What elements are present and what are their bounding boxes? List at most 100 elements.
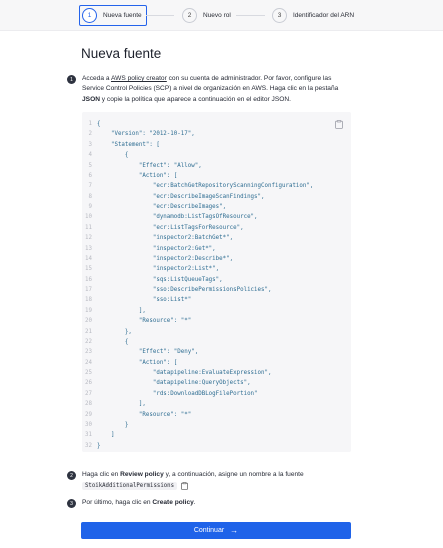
line-number: 18	[85, 297, 92, 304]
step-1-badge: 1	[67, 75, 76, 84]
line-number: 7	[88, 183, 93, 190]
step-2-badge: 2	[67, 471, 76, 480]
line-number: 32	[85, 442, 92, 449]
line-number: 17	[85, 287, 92, 293]
policy-name-chip: StoikAdditionalPermissions	[82, 481, 188, 491]
line-number: 2	[88, 131, 93, 138]
code-text: "dynamodb:ListTagsOfResource",	[97, 214, 258, 221]
step-1-instructions: Acceda a AWS policy creator con su cuent…	[82, 74, 352, 105]
code-line: 1{	[82, 119, 313, 129]
line-number: 25	[85, 370, 92, 376]
step-separator	[236, 15, 265, 16]
line-number: 23	[85, 349, 92, 356]
code-line: 3 "Statement": [	[82, 140, 313, 150]
code-line: 12 "inspector2:BatchGet*",	[82, 233, 313, 243]
code-line: 29 "Resource": "*"	[82, 410, 313, 420]
instruction-text: .	[193, 499, 196, 506]
copy-icon[interactable]	[181, 482, 188, 490]
code-text: }	[97, 442, 101, 449]
code-line: 21 },	[82, 327, 313, 337]
arrow-right-icon: →	[230, 526, 239, 535]
code-line: 20 "Resource": "*"	[82, 316, 313, 326]
code-line: 4 {	[82, 150, 313, 160]
code-text: "inspector2:BatchGet*",	[97, 235, 234, 242]
instruction-text: Haga clic en	[82, 471, 121, 478]
line-number: 22	[85, 338, 92, 345]
code-line: 32}	[82, 441, 313, 451]
code-text: ],	[97, 307, 146, 314]
code-line: 9 "ecr:DescribeImages",	[82, 202, 313, 212]
code-text: "Action": [	[97, 172, 178, 179]
code-line: 18 "sso:List*"	[82, 295, 313, 305]
line-number: 16	[85, 276, 92, 283]
create-policy-label: Create policy	[152, 499, 194, 506]
code-line: 17 "sso:DescribePermissionsPolicies",	[82, 285, 313, 295]
instruction-text: Por último, haga clic en	[82, 499, 153, 506]
code-text: "Resource": "*"	[97, 411, 192, 418]
code-text: "inspector2:List*",	[97, 266, 220, 273]
line-number: 13	[85, 245, 92, 252]
code-text: "Statement": [	[97, 141, 160, 148]
code-text: "sso:List*"	[97, 297, 192, 304]
code-line: 16 "sqs:ListQueueTags",	[82, 275, 313, 285]
code-line: 11 "ecr:ListTagsForResource",	[82, 223, 313, 233]
code-line: 25 "datapipeline:EvaluateExpression",	[82, 368, 313, 378]
step-number: 2	[182, 8, 197, 23]
copy-icon[interactable]	[335, 120, 343, 129]
code-line: 23 "Effect": "Deny",	[82, 347, 313, 357]
code-text: "inspector2:Describe*",	[97, 255, 234, 262]
code-line: 30 }	[82, 420, 313, 430]
code-text: "Effect": "Allow",	[97, 162, 202, 169]
line-number: 19	[85, 307, 92, 314]
code-text: ],	[97, 401, 146, 408]
review-policy-label: Review policy	[120, 471, 164, 478]
continue-button[interactable]: Continuar →	[81, 522, 351, 539]
code-line: 7 "ecr:BatchGetRepositoryScanningConfigu…	[82, 181, 314, 191]
line-number: 28	[85, 401, 92, 408]
code-text: {	[97, 121, 101, 127]
code-lines: 1{2 "Version": "2012-10-17", 3 "Statement…	[82, 119, 313, 451]
line-number: 20	[85, 318, 92, 325]
line-number: 27	[85, 390, 92, 397]
code-text: "rds:DownloadDBLogFilePortion"	[97, 390, 258, 397]
code-text: "Action": [	[97, 359, 178, 366]
code-text: "Effect": "Deny",	[97, 349, 199, 356]
line-number: 29	[85, 411, 92, 418]
step-number: 3	[272, 8, 287, 23]
instruction-text: y, a continuación, asigne un nombre a la…	[163, 471, 304, 478]
code-line: 2 "Version": "2012-10-17",	[82, 129, 313, 139]
page-title: Nueva fuente	[81, 46, 162, 61]
code-line: 31 ]	[82, 430, 313, 440]
step-3-badge: 3	[67, 499, 76, 508]
continue-button-label: Continuar	[193, 527, 225, 534]
code-line: 6 "Action": [	[82, 171, 313, 181]
line-number: 9	[88, 204, 93, 210]
code-text: "ecr:ListTagsForResource",	[97, 224, 244, 231]
code-text: "ecr:DescribeImages",	[97, 204, 227, 210]
code-line: 5 "Effect": "Allow",	[82, 161, 313, 171]
line-number: 8	[88, 193, 93, 200]
code-line: 28 ],	[82, 399, 313, 409]
code-text: ]	[97, 432, 115, 439]
step-nuevo-rol[interactable]: 2 Nuevo rol	[182, 6, 231, 25]
aws-policy-creator-link[interactable]: AWS policy creator	[111, 75, 167, 82]
code-text: "ecr:DescribeImageScanFindings",	[97, 193, 265, 200]
line-number: 24	[85, 359, 92, 366]
line-number: 12	[85, 235, 92, 242]
line-number: 21	[85, 328, 92, 335]
line-number: 5	[88, 162, 93, 169]
code-text: "sqs:ListQueueTags",	[97, 276, 223, 283]
line-number: 11	[85, 224, 92, 231]
code-line: 8 "ecr:DescribeImageScanFindings",	[82, 192, 313, 202]
step-nueva-fuente[interactable]: 1 Nueva fuente	[79, 5, 147, 26]
step-separator	[146, 15, 174, 16]
code-line: 15 "inspector2:List*",	[82, 264, 313, 274]
step-identificador-arn[interactable]: 3 Identificador del ARN	[272, 6, 354, 25]
code-text: {	[97, 338, 129, 345]
line-number: 4	[88, 152, 93, 159]
code-text: "ecr:BatchGetRepositoryScanningConfigura…	[97, 183, 314, 190]
code-text: "sso:DescribePermissionsPolicies",	[97, 287, 272, 293]
code-line: 24 "Action": [	[82, 358, 313, 368]
stepper: 1 Nueva fuente 2 Nuevo rol 3 Identificad…	[0, 0, 443, 31]
code-text: "datapipeline:QueryObjects",	[97, 380, 251, 387]
